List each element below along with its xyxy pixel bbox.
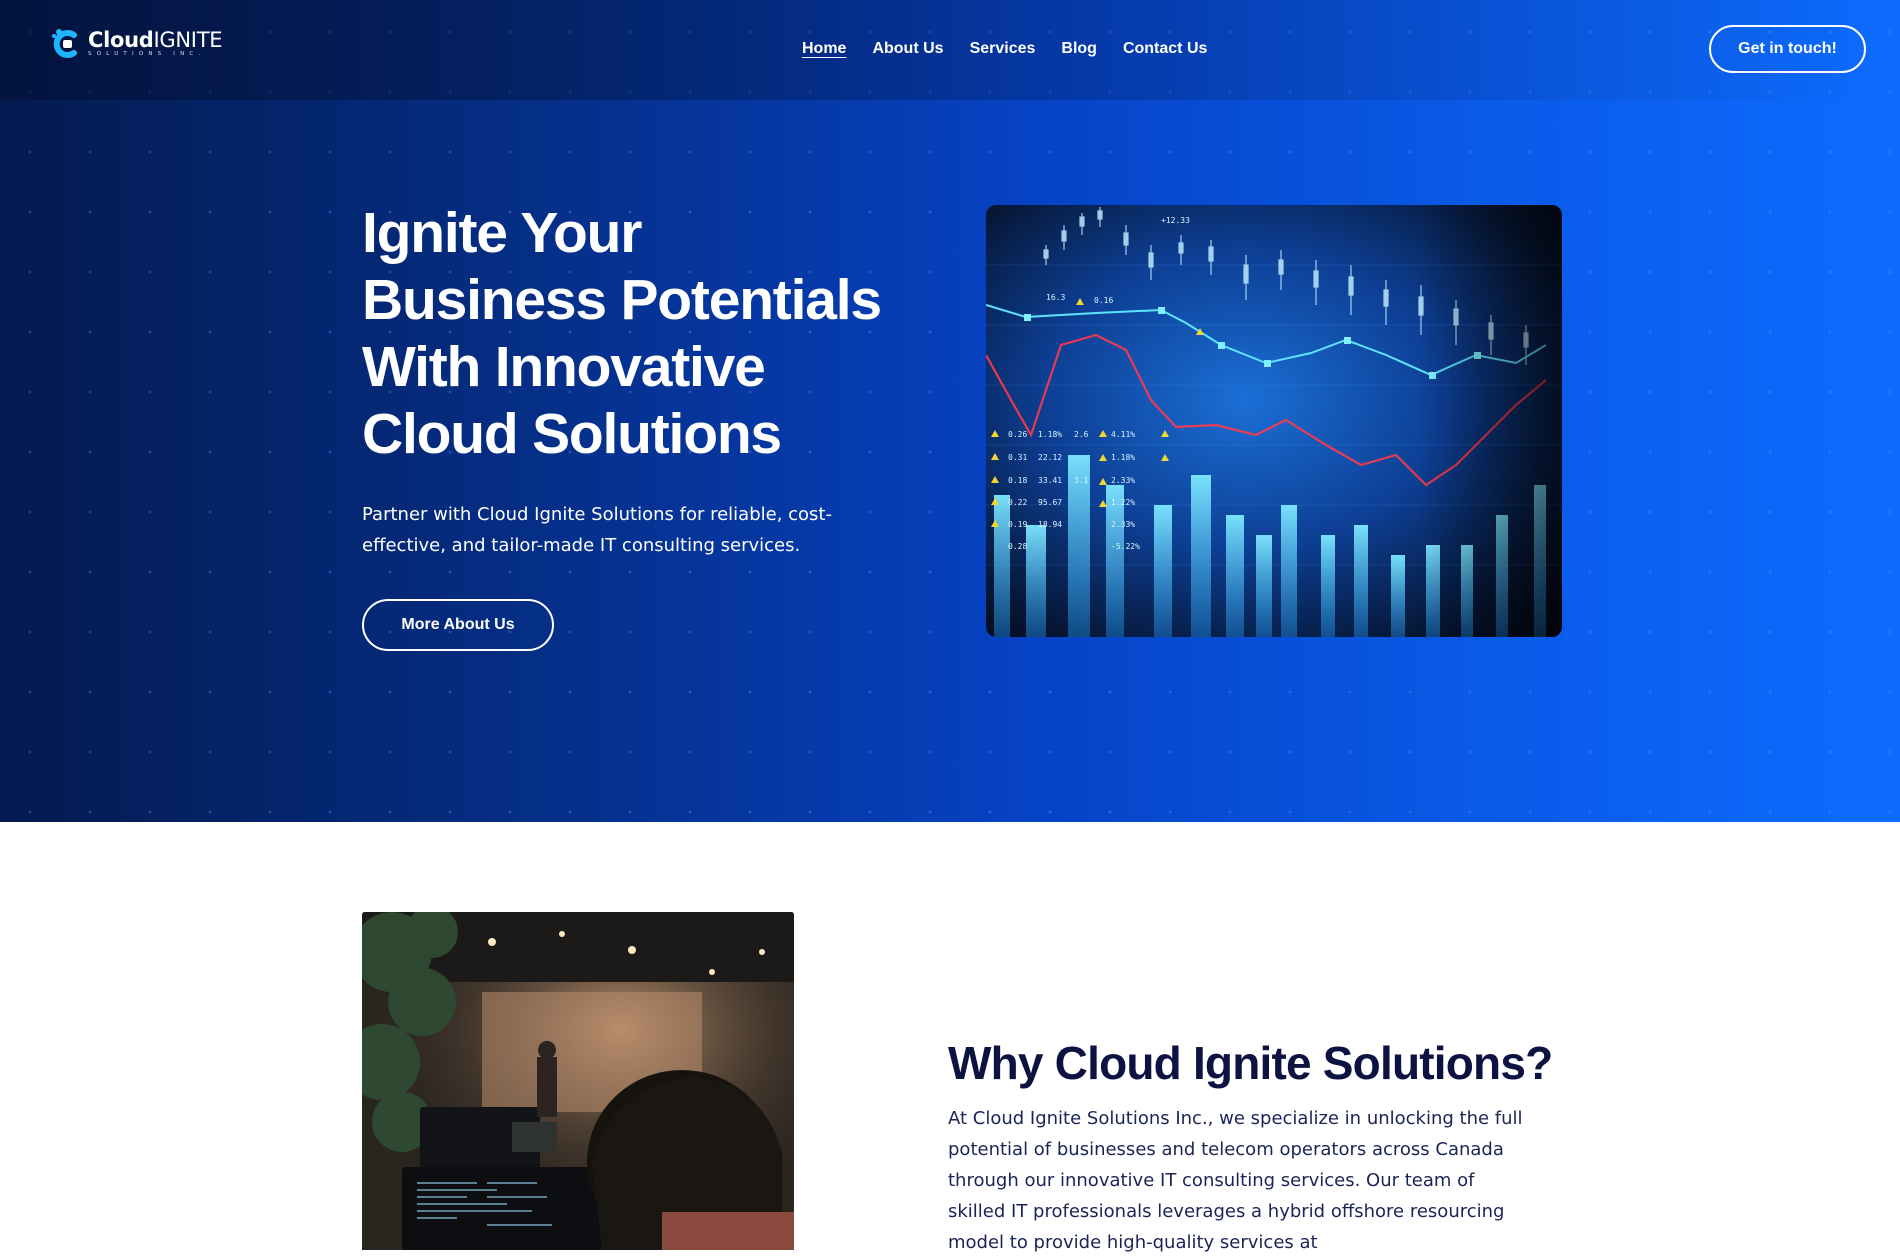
hero-subtitle: Partner with Cloud Ignite Solutions for … (362, 504, 832, 556)
hero-title-line: Business Potentials (362, 268, 882, 332)
brand-logo[interactable]: CloudIGNITE SOLUTIONS INC. (48, 26, 223, 62)
about-developer-image (362, 912, 794, 1250)
hero-title-line: Cloud Solutions (362, 402, 782, 466)
stock-chart-illustration: 0.261.18%2.64.11% 0.3122.121.18% 0.1833.… (986, 205, 1562, 637)
nav-link-blog[interactable]: Blog (1061, 40, 1097, 58)
nav-link-contact-us[interactable]: Contact Us (1123, 40, 1207, 58)
nav-link-services[interactable]: Services (970, 40, 1036, 58)
about-body-text: At Cloud Ignite Solutions Inc., we speci… (948, 1108, 1523, 1253)
get-in-touch-button[interactable]: Get in touch! (1709, 25, 1866, 73)
more-about-us-button[interactable]: More About Us (362, 599, 554, 651)
about-title: Why Cloud Ignite Solutions? (948, 1037, 1553, 1089)
hero-section: CloudIGNITE SOLUTIONS INC. Home About Us… (0, 0, 1900, 822)
developer-photo-illustration (362, 912, 794, 1250)
hero-chart-image: 0.261.18%2.64.11% 0.3122.121.18% 0.1833.… (986, 205, 1562, 637)
nav-link-about-us[interactable]: About Us (872, 40, 943, 58)
main-nav: Home About Us Services Blog Contact Us (802, 40, 1233, 58)
hero-title-line: Ignite Your (362, 201, 642, 265)
hero-title: Ignite Your Business Potentials With Inn… (362, 200, 962, 468)
nav-link-home[interactable]: Home (802, 40, 846, 58)
logo-wordmark: CloudIGNITE (88, 28, 223, 53)
logo-tagline: SOLUTIONS INC. (88, 51, 206, 58)
logo-mark-icon (48, 26, 84, 62)
hero-title-line: With Innovative (362, 335, 766, 399)
